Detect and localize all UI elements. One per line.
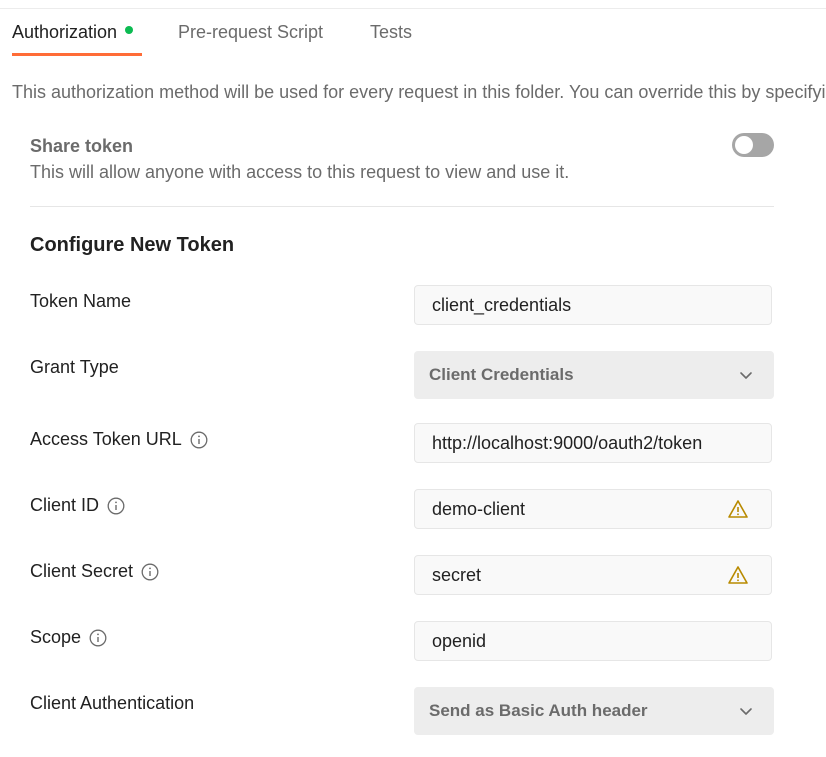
active-tab-underline xyxy=(12,53,142,56)
share-token-description: This will allow anyone with access to th… xyxy=(30,162,570,182)
client-authentication-label-text: Client Authentication xyxy=(30,693,195,713)
client-authentication-select[interactable]: Send as Basic Auth header xyxy=(414,687,774,735)
share-token-title: Share token xyxy=(30,136,134,156)
authorization-info-text: This authorization method will be used f… xyxy=(12,82,826,102)
token-name-value: client_credentials xyxy=(432,294,572,315)
scope-value: openid xyxy=(432,630,487,651)
top-border xyxy=(0,8,826,9)
tab-pre-request-script[interactable]: Pre-request Script xyxy=(178,22,323,43)
chevron-down-icon xyxy=(738,703,754,719)
client-secret-input[interactable]: secret xyxy=(414,555,772,595)
token-name-label-text: Token Name xyxy=(30,291,132,311)
toggle-knob xyxy=(735,136,753,154)
access-token-url-input[interactable]: http://localhost:9000/oauth2/token xyxy=(414,423,772,463)
access-token-url-label-text: Access Token URL xyxy=(30,429,182,449)
grant-type-label: Grant Type xyxy=(30,357,119,378)
scope-input[interactable]: openid xyxy=(414,621,772,661)
active-indicator-dot xyxy=(125,26,134,35)
tab-authorization-label: Authorization xyxy=(12,22,118,42)
section-divider xyxy=(30,206,774,207)
access-token-url-label: Access Token URL xyxy=(30,429,208,450)
scope-label-text: Scope xyxy=(30,627,82,647)
warning-icon[interactable] xyxy=(727,564,749,586)
share-token-toggle[interactable] xyxy=(732,133,774,157)
warning-icon[interactable] xyxy=(727,498,749,520)
scope-label: Scope xyxy=(30,627,107,648)
grant-type-select[interactable]: Client Credentials xyxy=(414,351,774,399)
info-icon[interactable] xyxy=(107,497,125,515)
info-icon[interactable] xyxy=(190,431,208,449)
token-name-input[interactable]: client_credentials xyxy=(414,285,772,325)
tab-authorization[interactable]: Authorization xyxy=(12,22,134,43)
client-id-input[interactable]: demo-client xyxy=(414,489,772,529)
tab-tests[interactable]: Tests xyxy=(370,22,412,43)
client-authentication-value: Send as Basic Auth header xyxy=(429,701,648,720)
info-icon[interactable] xyxy=(141,563,159,581)
grant-type-value: Client Credentials xyxy=(429,365,574,384)
access-token-url-value: http://localhost:9000/oauth2/token xyxy=(432,432,703,453)
client-authentication-label: Client Authentication xyxy=(30,693,194,714)
grant-type-label-text: Grant Type xyxy=(30,357,119,377)
info-icon[interactable] xyxy=(89,629,107,647)
chevron-down-icon xyxy=(738,367,754,383)
configure-token-title: Configure New Token xyxy=(30,234,235,256)
client-secret-value: secret xyxy=(432,564,482,585)
client-secret-label-text: Client Secret xyxy=(30,561,134,581)
client-id-label: Client ID xyxy=(30,495,125,516)
client-id-value: demo-client xyxy=(432,498,526,519)
client-id-label-text: Client ID xyxy=(30,495,100,515)
client-secret-label: Client Secret xyxy=(30,561,159,582)
token-name-label: Token Name xyxy=(30,291,131,312)
